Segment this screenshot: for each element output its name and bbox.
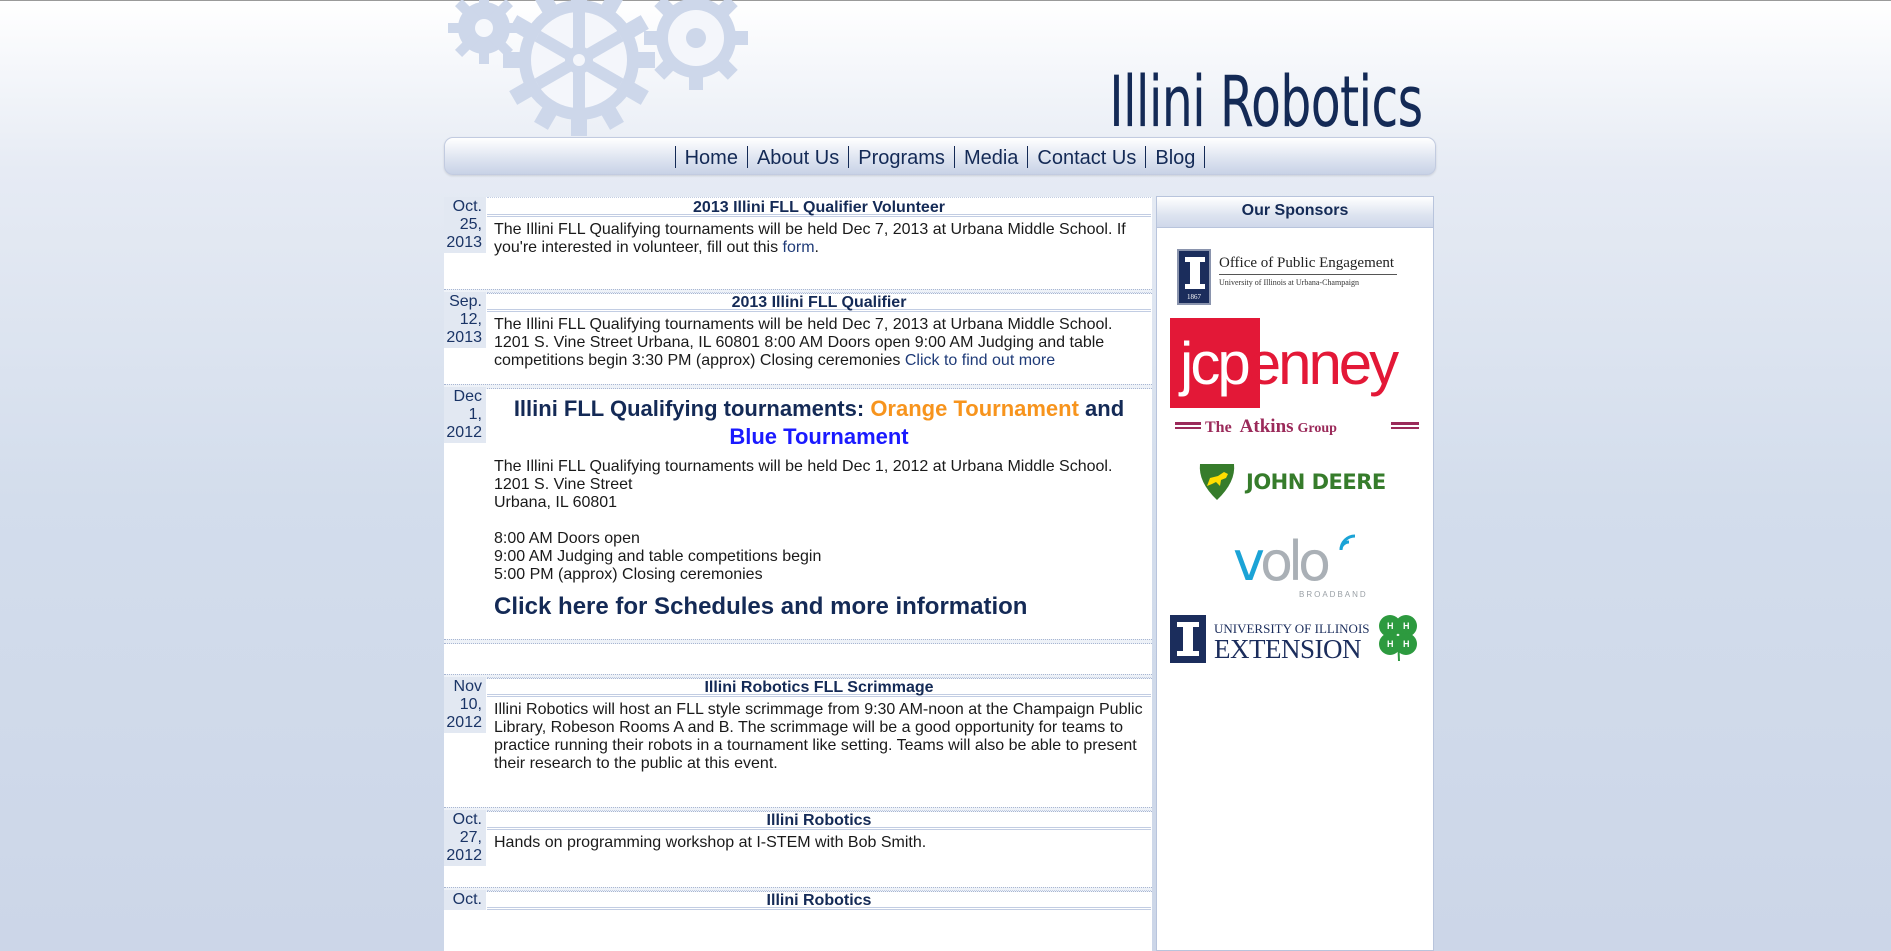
news-post: Nov 10, 2012 Illini Robotics FLL Scrimmage… bbox=[444, 677, 1152, 812]
nav-programs[interactable]: Programs bbox=[849, 147, 954, 170]
four-h-clover-icon[interactable]: H HH H bbox=[1375, 613, 1421, 661]
atkins-group-logo[interactable]: The Atkins Group bbox=[1175, 416, 1419, 437]
nav-blog[interactable]: Blog bbox=[1146, 147, 1204, 170]
post-date: Oct. 27, 2012 bbox=[444, 810, 486, 866]
sponsors-sidebar: Our Sponsors 1867 Office of Public Engag… bbox=[1156, 196, 1434, 951]
svg-text:H: H bbox=[1403, 621, 1410, 631]
post-date: Sep. 12, 2013 bbox=[444, 292, 486, 348]
site-title: Illini Robotics bbox=[1108, 61, 1423, 143]
john-deere-text: JOHN DEERE bbox=[1246, 470, 1386, 494]
post-body: Illini Robotics will host an FLL style s… bbox=[494, 701, 1143, 772]
ope-subtitle: University of Illinois at Urbana-Champai… bbox=[1219, 278, 1359, 287]
wifi-icon bbox=[1339, 534, 1356, 551]
news-post: Oct. 27, 2012 Illini Robotics Hands on pro… bbox=[444, 810, 1152, 892]
post-title: 2013 Illini FLL Qualifier bbox=[487, 292, 1151, 312]
nav-contact-us[interactable]: Contact Us bbox=[1028, 147, 1145, 170]
post-date: Oct. 25, 2013 bbox=[444, 197, 486, 253]
extension-line-2: EXTENSION bbox=[1214, 634, 1361, 664]
news-column: Oct. 25, 2013 2013 Illini FLL Qualifier Vo… bbox=[444, 197, 1152, 951]
post-title: Illini Robotics bbox=[487, 890, 1151, 910]
post-title: 2013 Illini FLL Qualifier Volunteer bbox=[487, 197, 1151, 217]
find-out-more-link[interactable]: Click to find out more bbox=[905, 352, 1055, 369]
svg-text:H: H bbox=[1387, 621, 1394, 631]
post-title: Illini Robotics FLL Scrimmage bbox=[487, 677, 1151, 697]
post-body: The Illini FLL Qualifying tournaments wi… bbox=[494, 221, 1126, 256]
schedules-link[interactable]: Click here for Schedules and more inform… bbox=[494, 595, 1148, 619]
illinois-extension-logo[interactable]: UNIVERSITY OF ILLINOIS EXTENSION bbox=[1170, 615, 1370, 663]
page-container: Illini Robotics Home About Us Programs Medi… bbox=[444, 0, 1436, 951]
illinois-i-icon: 1867 bbox=[1177, 249, 1211, 305]
post-date: Oct. bbox=[444, 890, 486, 910]
post-body: The Illini FLL Qualifying tournaments wi… bbox=[494, 458, 1148, 619]
ope-title: Office of Public Engagement bbox=[1219, 255, 1395, 271]
post-divider bbox=[444, 639, 1152, 644]
blue-tournament-link[interactable]: Blue Tournament bbox=[729, 424, 908, 449]
svg-text:H: H bbox=[1387, 639, 1394, 649]
nav-media[interactable]: Media bbox=[955, 147, 1027, 170]
illinois-i-icon bbox=[1170, 615, 1206, 663]
post-body: The Illini FLL Qualifying tournaments wi… bbox=[494, 316, 1113, 369]
nav-home[interactable]: Home bbox=[676, 147, 747, 170]
news-post: Sep. 12, 2013 2013 Illini FLL Qualifier Th… bbox=[444, 292, 1152, 389]
main-nav: Home About Us Programs Media Contact Us Blog bbox=[444, 137, 1436, 175]
nav-divider bbox=[1204, 146, 1206, 168]
gears-icon bbox=[448, 0, 748, 136]
tournament-heading: Illini FLL Qualifying tournaments: Orang… bbox=[513, 396, 1125, 449]
nav-about-us[interactable]: About Us bbox=[748, 147, 848, 170]
jcpenney-logo[interactable]: jcpenney jcpenney bbox=[1170, 318, 1422, 408]
form-link[interactable]: form bbox=[783, 239, 815, 256]
news-post: Oct. 25, 2013 2013 Illini FLL Qualifier Vo… bbox=[444, 197, 1152, 294]
volo-subtitle: BROADBAND bbox=[1299, 590, 1368, 599]
john-deere-logo[interactable]: JOHN DEERE bbox=[1196, 462, 1406, 502]
volo-logo[interactable]: volo volo BROADBAND bbox=[1233, 532, 1373, 602]
svg-text:H: H bbox=[1403, 639, 1410, 649]
sponsors-heading: Our Sponsors bbox=[1157, 197, 1433, 228]
ope-logo[interactable]: 1867 Office of Public Engagement Univers… bbox=[1177, 249, 1417, 309]
post-body: Hands on programming workshop at I-STEM … bbox=[494, 834, 927, 851]
deer-icon bbox=[1199, 464, 1235, 500]
post-date: Nov 10, 2012 bbox=[444, 677, 486, 733]
post-title: Illini Robotics bbox=[487, 810, 1151, 830]
news-post: Dec 1, 2012 Illini FLL Qualifying tourname… bbox=[444, 387, 1152, 679]
news-post: Oct. Illini Robotics bbox=[444, 890, 1152, 951]
orange-tournament-link[interactable]: Orange Tournament bbox=[870, 396, 1079, 421]
post-date: Dec 1, 2012 bbox=[444, 387, 486, 443]
